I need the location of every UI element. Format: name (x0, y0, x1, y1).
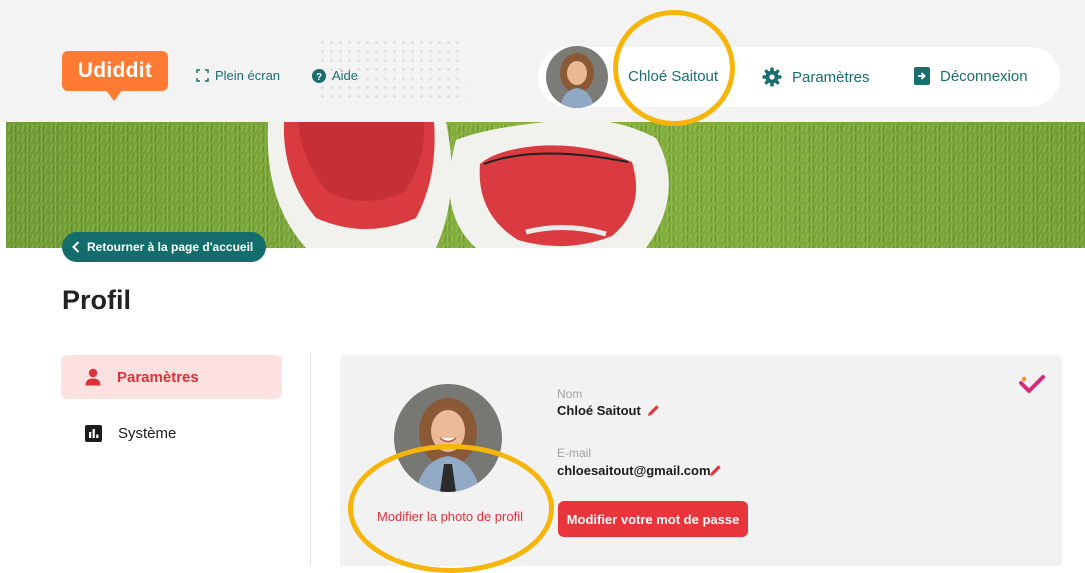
back-to-home-label: Retourner à la page d'accueil (87, 240, 254, 254)
verified-check-icon (1018, 374, 1046, 401)
help-button[interactable]: ? Aide (312, 68, 358, 83)
vertical-divider (310, 352, 311, 566)
page-title: Profil (62, 285, 132, 315)
bar-chart-icon (85, 424, 102, 442)
gear-icon (762, 67, 782, 87)
help-icon: ? (312, 68, 326, 83)
settings-button[interactable]: Paramètres (762, 67, 870, 87)
sidebar-item-parametres[interactable]: Paramètres (61, 355, 282, 399)
sidebar-item-systeme[interactable]: Système (61, 411, 282, 455)
name-value: Chloé Saitout (557, 403, 641, 418)
top-header: Udiddit Plein écran ? Aide Chloé Saitout (0, 0, 1085, 122)
profile-photo[interactable] (394, 384, 502, 492)
logout-label: Déconnexion (940, 67, 1028, 85)
svg-text:?: ? (316, 72, 322, 83)
logo-text: Udiddit (62, 51, 168, 91)
change-password-button[interactable]: Modifier votre mot de passe (558, 501, 748, 537)
email-label: E-mail (557, 446, 592, 460)
edit-email-pencil-icon[interactable] (709, 464, 722, 482)
banner-image (6, 122, 1085, 248)
fullscreen-label: Plein écran (215, 68, 281, 83)
settings-label: Paramètres (792, 68, 870, 86)
sidebar-item-label: Système (118, 424, 177, 442)
fullscreen-icon (196, 69, 209, 82)
fullscreen-button[interactable]: Plein écran (196, 68, 280, 83)
user-name-link[interactable]: Chloé Saitout (628, 68, 718, 85)
back-to-home-button[interactable]: Retourner à la page d'accueil (62, 232, 266, 262)
chevron-left-icon (72, 241, 80, 253)
email-value: chloesaitout@gmail.com (557, 463, 711, 478)
edit-name-pencil-icon[interactable] (647, 404, 660, 422)
logout-icon (914, 67, 930, 85)
sidebar-item-label: Paramètres (117, 368, 199, 386)
person-icon (85, 368, 101, 386)
name-label: Nom (557, 387, 583, 401)
udiddit-logo[interactable]: Udiddit (62, 51, 168, 103)
change-photo-link[interactable]: Modifier la photo de profil (377, 509, 523, 524)
logout-button[interactable]: Déconnexion (914, 67, 1028, 85)
user-avatar[interactable] (546, 46, 608, 108)
logo-speech-tail (105, 89, 123, 101)
help-label: Aide (332, 68, 359, 83)
